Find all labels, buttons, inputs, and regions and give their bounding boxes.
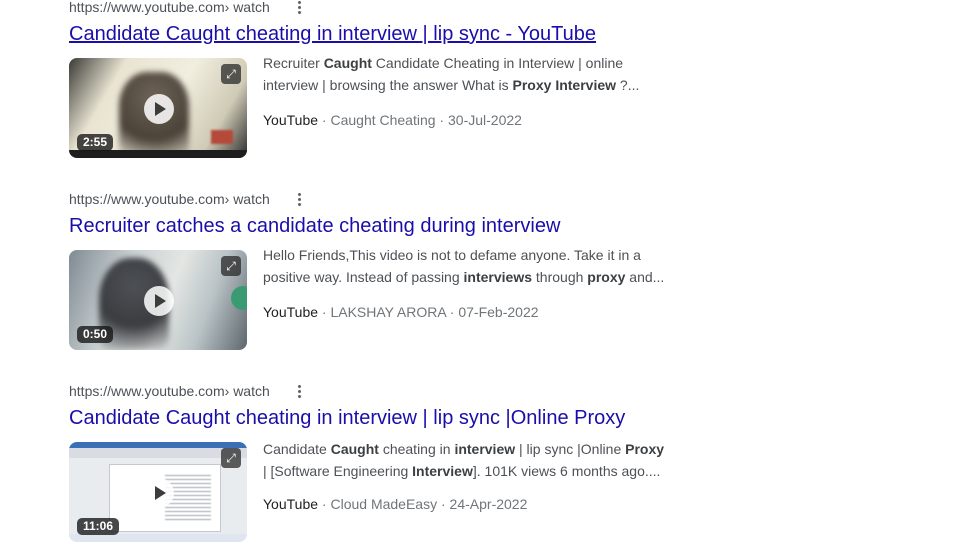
result-channel: Caught Cheating [330, 112, 436, 128]
url-domain: https://www.youtube.com [69, 191, 225, 207]
url-path: › watch [224, 0, 270, 15]
result-channel: Cloud MadeEasy [330, 496, 438, 512]
result-url[interactable]: https://www.youtube.com › watch [69, 190, 270, 208]
video-duration: 0:50 [77, 326, 114, 343]
video-tile [211, 130, 233, 144]
url-domain: https://www.youtube.com [69, 383, 225, 399]
play-icon [144, 94, 174, 124]
video-thumbnail[interactable]: ⤢ 0:50 [69, 250, 247, 350]
result-title[interactable]: Candidate Caught cheating in interview |… [69, 21, 596, 47]
expand-icon[interactable]: ⤢ [221, 256, 241, 276]
video-thumbnail[interactable]: ⤢ 11:06 [69, 442, 247, 542]
snippet-line: | [Software Engineering Interview]. 101K… [263, 463, 661, 479]
result-date: 07-Feb-2022 [458, 304, 539, 320]
url-path: › watch [224, 383, 270, 399]
result-date: 30-Jul-2022 [448, 112, 522, 128]
play-icon [144, 478, 174, 508]
video-duration: 11:06 [77, 518, 120, 535]
url-domain: https://www.youtube.com [69, 0, 225, 15]
snippet-line: Hello Friends,This video is not to defam… [263, 247, 641, 263]
play-icon [144, 286, 174, 316]
result-url[interactable]: https://www.youtube.com › watch [69, 0, 270, 16]
result-source: YouTube [263, 112, 319, 128]
result-snippet: Candidate Caught cheating in interview |… [263, 438, 673, 482]
more-options-icon[interactable] [289, 0, 309, 17]
result-source: YouTube [263, 304, 319, 320]
video-duration: 2:55 [77, 134, 114, 151]
expand-icon[interactable]: ⤢ [221, 448, 241, 468]
url-path: › watch [224, 191, 270, 207]
meeting-toolbar [69, 150, 247, 158]
result-meta: YouTube · LAKSHAY ARORA · 07-Feb-2022 [263, 304, 539, 320]
more-options-icon[interactable] [289, 381, 309, 401]
taskbar [69, 534, 247, 542]
result-meta: YouTube · Caught Cheating · 30-Jul-2022 [263, 112, 522, 128]
result-url[interactable]: https://www.youtube.com › watch [69, 382, 270, 400]
result-title[interactable]: Candidate Caught cheating in interview |… [69, 405, 625, 431]
result-date: 24-Apr-2022 [449, 496, 528, 512]
result-title[interactable]: Recruiter catches a candidate cheating d… [69, 213, 560, 239]
result-snippet: Recruiter Caught Candidate Cheating in I… [263, 52, 673, 96]
snippet-line: positive way. Instead of passing intervi… [263, 269, 665, 285]
expand-icon[interactable]: ⤢ [221, 64, 241, 84]
snippet-line: interview | browsing the answer What is … [263, 77, 640, 93]
video-thumbnail[interactable]: ⤢ 2:55 [69, 58, 247, 158]
snippet-line: Candidate Caught cheating in interview |… [263, 441, 665, 457]
result-channel: LAKSHAY ARORA [330, 304, 446, 320]
result-source: YouTube [263, 496, 319, 512]
more-options-icon[interactable] [289, 189, 309, 209]
result-snippet: Hello Friends,This video is not to defam… [263, 244, 673, 288]
snippet-line: Recruiter Caught Candidate Cheating in I… [263, 55, 624, 71]
result-meta: YouTube · Cloud MadeEasy · 24-Apr-2022 [263, 496, 528, 512]
green-avatar [231, 286, 247, 310]
